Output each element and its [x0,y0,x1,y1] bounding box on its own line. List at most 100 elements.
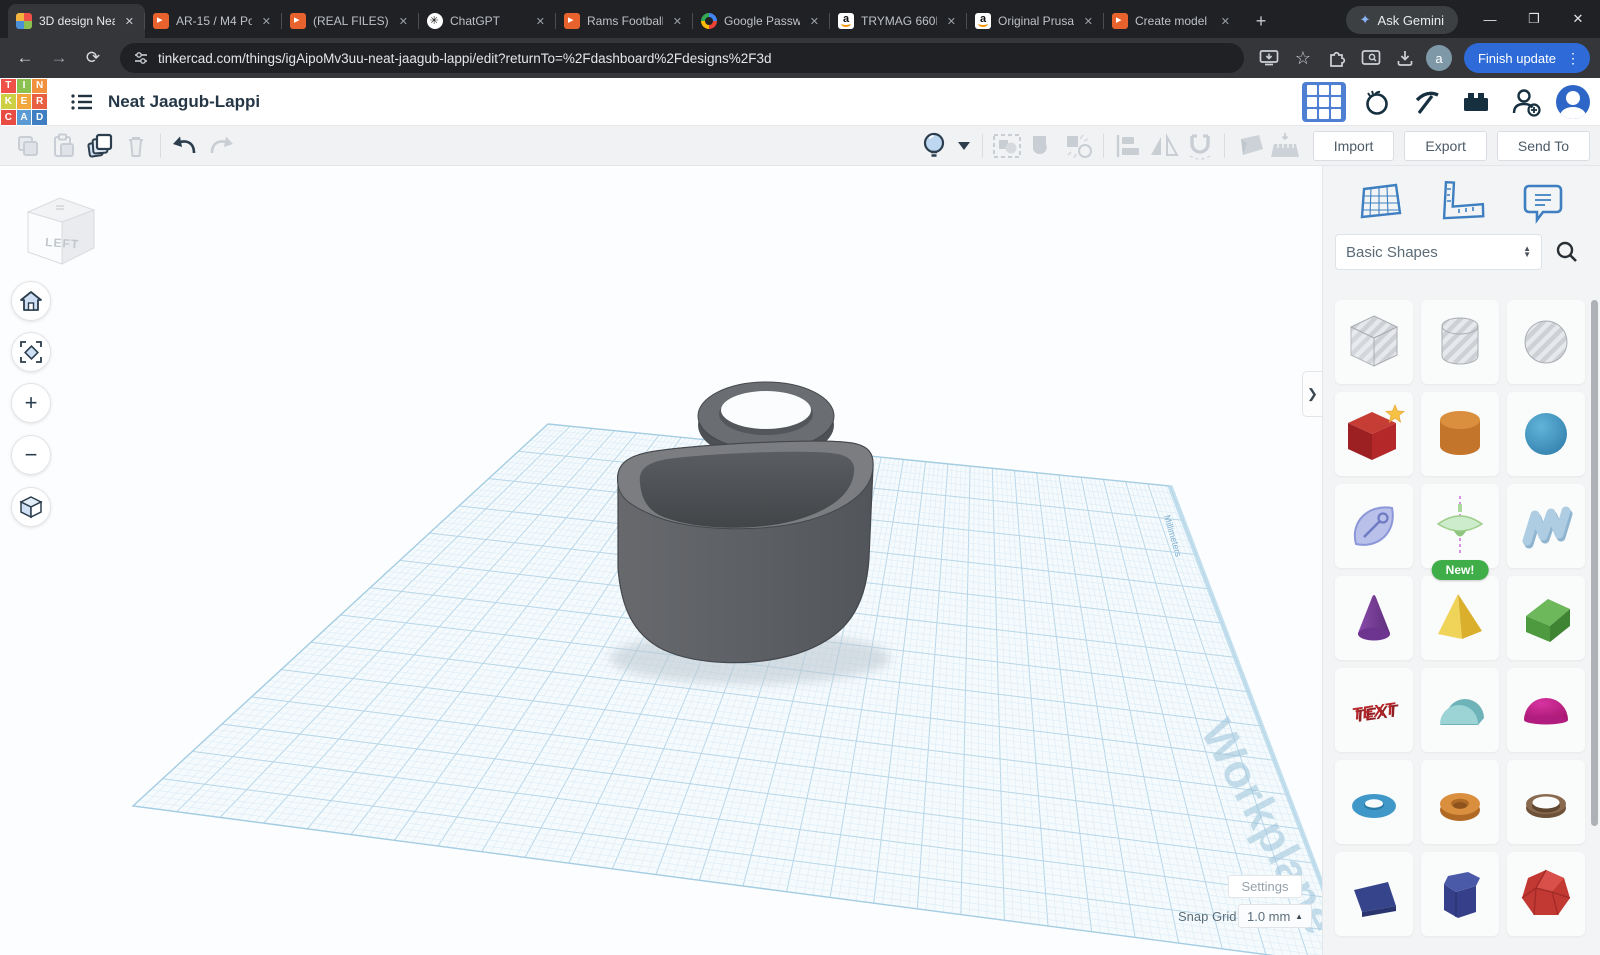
tab-original-prusa[interactable]: Original Prusa ✕ [967,4,1104,38]
tab-close-icon[interactable]: ✕ [122,14,137,29]
shape-tile-hole-cylinder[interactable] [1421,300,1499,384]
tinkercad-logo[interactable]: TIN KER CAD [0,78,48,126]
tab-rams-football[interactable]: Rams Football ✕ [556,4,693,38]
tab-close-icon[interactable]: ✕ [807,14,822,29]
send-to-button[interactable]: Send To [1497,131,1590,161]
shape-tile-top-spinner[interactable]: New! [1421,484,1499,568]
shape-tile-scribble[interactable] [1335,484,1413,568]
minimize-button[interactable]: — [1468,4,1512,34]
tab-chatgpt[interactable]: ChatGPT ✕ [419,4,556,38]
shape-tile-box[interactable] [1335,392,1413,476]
bulb-dropdown-icon[interactable] [952,130,976,162]
sim-lab-icon[interactable] [1356,82,1396,122]
shape-tile-torus[interactable] [1335,760,1413,844]
copy-icon[interactable] [10,130,46,162]
export-button[interactable]: Export [1404,131,1486,161]
shape-tile-half-cylinder[interactable] [1421,668,1499,752]
undo-icon[interactable] [167,130,203,162]
show-all-bulb-icon[interactable] [916,130,952,162]
shape-tile-cylinder[interactable] [1421,392,1499,476]
shape-tile-tube[interactable] [1421,760,1499,844]
ruler-tool-icon[interactable] [1267,130,1303,162]
shape-tile-text[interactable]: TEXT TEXT [1335,668,1413,752]
shape-search-button[interactable] [1550,234,1584,270]
side-panel-search-icon[interactable] [1358,45,1384,71]
import-button[interactable]: Import [1313,131,1395,161]
shape-category-dropdown[interactable]: Basic Shapes ▲▼ [1335,234,1542,270]
shape-tile-ring[interactable] [1507,760,1585,844]
ungroup-icon[interactable] [1061,130,1097,162]
align-icon[interactable] [1110,130,1146,162]
paste-icon[interactable] [46,130,82,162]
browser-profile-avatar[interactable]: a [1426,45,1452,71]
ruler-helper-icon[interactable] [1437,181,1487,223]
browser-menu-icon[interactable]: ⋮ [1566,50,1584,67]
address-bar[interactable]: tinkercad.com/things/igAipoMv3uu-neat-ja… [120,43,1244,73]
minecraft-pickaxe-icon[interactable] [1406,82,1446,122]
shape-tile-pyramid[interactable] [1421,576,1499,660]
tab-trymag[interactable]: TRYMAG 660P ✕ [830,4,967,38]
zoom-in-button[interactable]: + [11,383,51,423]
tab-close-icon[interactable]: ✕ [944,14,959,29]
shape-tile-roof[interactable] [1507,576,1585,660]
tab-close-icon[interactable]: ✕ [533,14,548,29]
delete-icon[interactable] [118,130,154,162]
ask-gemini-button[interactable]: ✦ Ask Gemini [1346,6,1458,34]
user-avatar[interactable] [1556,85,1590,119]
tab-close-icon[interactable]: ✕ [1218,14,1233,29]
fit-view-button[interactable] [11,332,51,372]
zoom-out-button[interactable]: − [11,435,51,475]
lock-magnet-icon[interactable] [1182,130,1218,162]
shape-tile-hole-box[interactable] [1335,300,1413,384]
back-button[interactable]: ← [10,43,40,73]
workplane-helper-icon[interactable] [1358,181,1404,223]
panel-scrollbar[interactable] [1591,300,1598,826]
tab-close-icon[interactable]: ✕ [396,14,411,29]
shape-tile-icosahedron[interactable] [1507,852,1585,936]
redo-icon[interactable] [203,130,239,162]
tab-close-icon[interactable]: ✕ [670,14,685,29]
tab-real-files[interactable]: (REAL FILES) N ✕ [282,4,419,38]
mirror-icon[interactable] [1146,130,1182,162]
finish-update-button[interactable]: Finish update ⋮ [1464,43,1590,73]
shape-tile-wedge[interactable] [1335,852,1413,936]
forward-button[interactable]: → [44,43,74,73]
settings-button[interactable]: Settings [1228,875,1302,898]
view-3d-button[interactable] [1302,82,1346,122]
tab-close-icon[interactable]: ✕ [259,14,274,29]
bookmark-star-icon[interactable]: ☆ [1290,45,1316,71]
extensions-icon[interactable] [1324,45,1350,71]
design-menu-icon[interactable] [70,91,94,113]
panel-collapse-handle[interactable]: ❯ [1302,371,1322,417]
snap-grid-dropdown[interactable]: 1.0 mm ▲ [1238,904,1312,928]
shape-tile-half-sphere[interactable] [1507,668,1585,752]
notes-icon[interactable] [1521,180,1565,224]
reload-button[interactable]: ⟳ [78,43,108,73]
restore-button[interactable]: ❐ [1512,4,1556,34]
tab-create-model[interactable]: Create model ✕ [1104,4,1241,38]
install-icon[interactable] [1256,45,1282,71]
downloads-icon[interactable] [1392,45,1418,71]
select-group-icon[interactable] [989,130,1025,162]
home-view-button[interactable] [11,281,51,321]
site-settings-icon[interactable] [134,51,148,65]
shape-tile-sphere[interactable] [1507,392,1585,476]
shape-tile-squiggle[interactable] [1507,484,1585,568]
shape-tile-hole-sphere[interactable] [1507,300,1585,384]
perspective-toggle-button[interactable] [11,487,51,527]
3d-scene[interactable]: Workplane Millimeters [0,166,1322,955]
design-title[interactable]: Neat Jaagub-Lappi [108,92,260,112]
view-cube[interactable]: LEFT [16,186,100,274]
tab-tinkercad-design[interactable]: 3D design Nea ✕ [8,4,145,38]
new-tab-button[interactable]: + [1247,7,1275,35]
tab-ar15[interactable]: AR-15 / M4 Po ✕ [145,4,282,38]
close-button[interactable]: ✕ [1556,4,1600,34]
shape-tile-cone[interactable] [1335,576,1413,660]
brick-builder-icon[interactable] [1456,82,1496,122]
collaborate-icon[interactable] [1506,82,1546,122]
viewport-canvas[interactable]: Workplane Millimeters [0,166,1322,955]
group-icon[interactable] [1025,130,1061,162]
duplicate-icon[interactable] [82,130,118,162]
shape-tile-prism[interactable] [1421,852,1499,936]
tab-close-icon[interactable]: ✕ [1081,14,1096,29]
